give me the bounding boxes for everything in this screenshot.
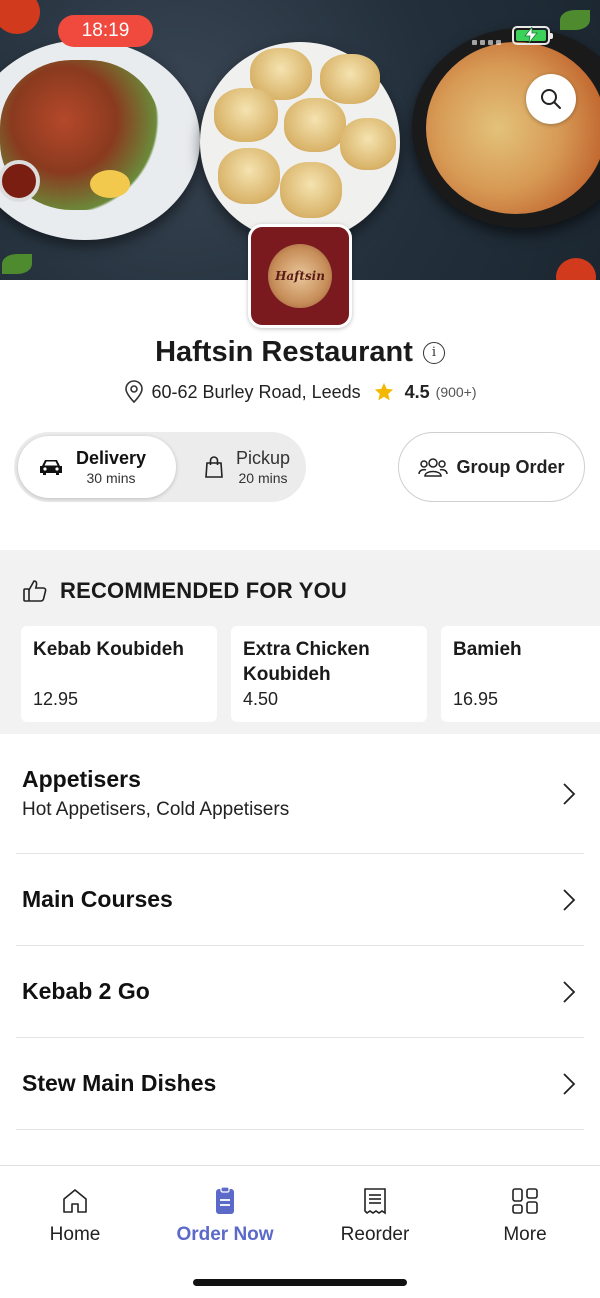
group-order-button[interactable]: Group Order bbox=[398, 432, 585, 502]
tab-reorder[interactable]: Reorder bbox=[300, 1186, 450, 1246]
recommended-item-card[interactable]: Bamieh 16.95 bbox=[441, 626, 600, 722]
pickup-label: Pickup bbox=[236, 448, 291, 468]
home-icon bbox=[63, 1189, 87, 1213]
menu-section-appetisers[interactable]: Appetisers Hot Appetisers, Cold Appetise… bbox=[16, 734, 584, 854]
delivery-option[interactable]: Delivery 30 mins bbox=[18, 436, 176, 498]
recommended-item-name: Extra Chicken Koubideh bbox=[243, 639, 370, 685]
recommended-heading: RECOMMENDED FOR YOU bbox=[22, 578, 347, 604]
order-icon bbox=[216, 1186, 234, 1214]
tab-home[interactable]: Home bbox=[0, 1186, 150, 1246]
pickup-option[interactable]: Pickup 20 mins bbox=[184, 436, 304, 498]
order-mode-toggle: Delivery 30 mins Pickup 20 mins bbox=[14, 432, 306, 502]
restaurant-header: Haftsin Restaurant i bbox=[0, 336, 600, 369]
restaurant-logo: Haftsin bbox=[248, 224, 352, 328]
recommended-item-card[interactable]: Extra Chicken Koubideh 4.50 bbox=[231, 626, 427, 722]
tab-label: More bbox=[503, 1224, 547, 1245]
rating-count: (900+) bbox=[435, 384, 477, 400]
grid-icon bbox=[512, 1188, 538, 1214]
menu-section-main-courses[interactable]: Main Courses bbox=[16, 854, 584, 946]
chevron-right-icon bbox=[563, 888, 576, 911]
recommended-section: RECOMMENDED FOR YOU Kebab Koubideh 12.95… bbox=[0, 550, 600, 734]
menu-section-title: Kebab 2 Go bbox=[22, 978, 150, 1004]
menu-section-title: Appetisers bbox=[22, 766, 141, 792]
menu-section-kebab-2-go[interactable]: Kebab 2 Go bbox=[16, 946, 584, 1038]
restaurant-name: Haftsin Restaurant bbox=[155, 336, 413, 368]
menu-section-stew-main-dishes[interactable]: Stew Main Dishes bbox=[16, 1038, 584, 1130]
signal-icon bbox=[472, 40, 501, 45]
restaurant-meta: 60-62 Burley Road, Leeds 4.5 (900+) bbox=[0, 380, 600, 404]
info-icon[interactable]: i bbox=[422, 341, 445, 364]
recommended-item-price: 16.95 bbox=[453, 689, 499, 709]
kebab-plate-image bbox=[0, 40, 200, 240]
menu-section-list: Appetisers Hot Appetisers, Cold Appetise… bbox=[0, 734, 600, 1130]
chevron-right-icon bbox=[563, 782, 576, 805]
home-indicator[interactable] bbox=[193, 1279, 407, 1286]
garlic-bread-plate-image bbox=[200, 42, 400, 242]
search-button[interactable] bbox=[526, 74, 576, 124]
chevron-right-icon bbox=[563, 1072, 576, 1095]
chevron-right-icon bbox=[563, 980, 576, 1003]
tab-more[interactable]: More bbox=[450, 1186, 600, 1246]
tab-label: Reorder bbox=[340, 1224, 410, 1245]
rating-value: 4.5 bbox=[404, 381, 430, 402]
recommended-item-price: 4.50 bbox=[243, 689, 279, 709]
delivery-time: 30 mins bbox=[86, 469, 136, 486]
star-icon bbox=[374, 382, 393, 401]
battery-icon bbox=[512, 26, 553, 45]
recommended-item-price: 12.95 bbox=[33, 689, 79, 709]
bottom-tab-bar: Home Order Now Reorder More bbox=[0, 1165, 600, 1298]
logo-text: Haftsin bbox=[275, 269, 325, 283]
shopping-bag-icon bbox=[205, 456, 223, 478]
location-pin-icon bbox=[125, 380, 144, 404]
recommended-item-name: Bamieh bbox=[453, 639, 522, 660]
tab-label: Order Now bbox=[176, 1224, 274, 1245]
tab-order-now[interactable]: Order Now bbox=[150, 1186, 300, 1246]
group-icon bbox=[418, 458, 449, 477]
receipt-icon bbox=[364, 1188, 386, 1215]
car-icon bbox=[40, 460, 62, 475]
recommended-item-card[interactable]: Kebab Koubideh 12.95 bbox=[21, 626, 217, 722]
menu-section-title: Main Courses bbox=[22, 886, 173, 912]
tab-label: Home bbox=[49, 1224, 101, 1245]
group-order-label: Group Order bbox=[456, 456, 565, 477]
thumbs-up-icon bbox=[23, 580, 47, 602]
menu-section-subtitle: Hot Appetisers, Cold Appetisers bbox=[22, 799, 290, 820]
status-time: 18:19 bbox=[58, 15, 153, 47]
restaurant-address[interactable]: 60-62 Burley Road, Leeds bbox=[151, 382, 360, 403]
recommended-item-name: Kebab Koubideh bbox=[33, 639, 184, 660]
search-icon bbox=[541, 89, 561, 109]
rice-pan-image bbox=[412, 28, 600, 228]
pickup-time: 20 mins bbox=[238, 469, 288, 486]
delivery-label: Delivery bbox=[76, 448, 147, 468]
menu-section-title: Stew Main Dishes bbox=[22, 1070, 217, 1096]
